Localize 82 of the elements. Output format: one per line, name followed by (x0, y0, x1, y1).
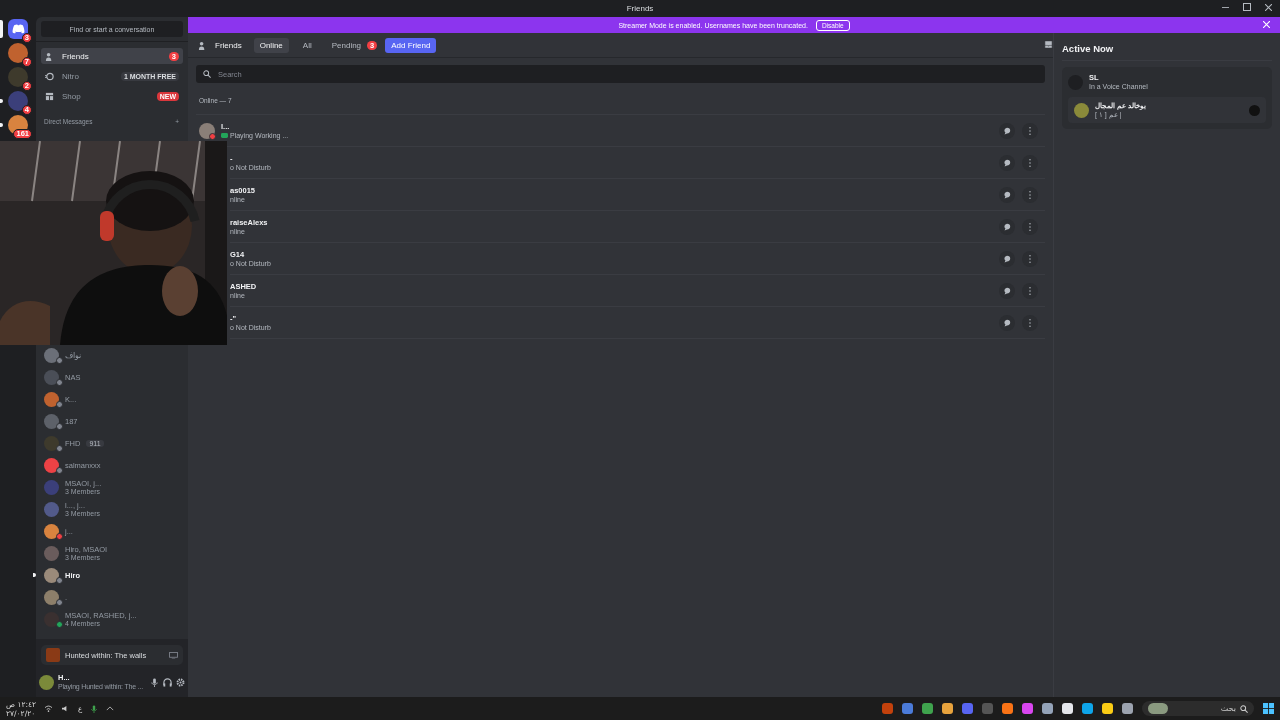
inbox-icon[interactable] (1044, 40, 1053, 49)
more-button[interactable] (1022, 186, 1038, 203)
avatar (44, 567, 59, 583)
nav-label: Friends (62, 51, 90, 61)
nitro-icon (45, 71, 54, 81)
shop-icon (45, 91, 54, 101)
message-button[interactable] (999, 250, 1015, 267)
chat-bubble-icon (1003, 158, 1011, 167)
server-icon[interactable] (8, 115, 28, 135)
avatar (44, 479, 59, 495)
avatar (44, 391, 59, 407)
minimize-icon[interactable] (1222, 6, 1229, 8)
server-icon (1074, 102, 1089, 118)
avatar (39, 674, 54, 690)
avatar (44, 347, 59, 363)
nav-label: Nitro (62, 71, 80, 81)
close-icon[interactable] (1265, 3, 1272, 11)
app-icon[interactable] (1002, 703, 1013, 714)
more-button[interactable] (1022, 314, 1038, 331)
message-button[interactable] (999, 186, 1015, 203)
tab[interactable]: Online (253, 37, 289, 53)
app-icon[interactable] (1042, 703, 1053, 714)
more-button[interactable] (1022, 122, 1038, 139)
avatar (44, 457, 59, 473)
add-friend-button[interactable]: Add Friend (385, 37, 437, 53)
tab[interactable]: All (296, 37, 318, 53)
avatar (44, 545, 59, 561)
person-wave-icon (198, 40, 207, 50)
avatar (199, 122, 215, 139)
microphone-icon[interactable] (90, 704, 99, 713)
message-button[interactable] (999, 218, 1015, 235)
home-button[interactable] (8, 19, 28, 39)
server-icon[interactable] (8, 67, 28, 87)
search-icon (203, 70, 211, 78)
avatar (44, 501, 59, 517)
message-button[interactable] (999, 154, 1015, 171)
avatar (44, 611, 59, 627)
start-icon[interactable] (1263, 703, 1274, 714)
microphone-icon[interactable] (150, 677, 159, 687)
message-button[interactable] (999, 122, 1015, 139)
tab[interactable]: Pending (325, 37, 368, 53)
headphones-icon[interactable] (163, 677, 172, 687)
status-dot (209, 133, 216, 140)
network-icon[interactable] (44, 705, 54, 712)
more-button[interactable] (1022, 282, 1038, 299)
chat-bubble-icon (1003, 126, 1011, 135)
more-button[interactable] (1022, 154, 1038, 171)
avatar (44, 435, 59, 451)
avatar (44, 523, 59, 539)
page-title: Friends (215, 40, 242, 50)
message-button[interactable] (999, 282, 1015, 299)
app-icon[interactable] (1082, 703, 1093, 714)
search-icon (1240, 704, 1248, 713)
chat-bubble-icon (1003, 286, 1011, 295)
game-icon (46, 648, 60, 662)
app-icon[interactable] (1022, 703, 1033, 714)
chevron-up-icon[interactable] (106, 706, 115, 711)
more-button[interactable] (1022, 250, 1038, 267)
person-wave-icon (45, 51, 54, 61)
chat-bubble-icon (1003, 222, 1011, 231)
app-icon[interactable] (922, 703, 933, 714)
logo-icon (11, 24, 25, 34)
nav-label: Shop (62, 91, 82, 101)
avatar (44, 369, 59, 385)
more-button[interactable] (1022, 218, 1038, 235)
window-title: Friends (626, 4, 654, 13)
server-icon[interactable] (8, 91, 28, 111)
avatar (44, 589, 59, 605)
chat-bubble-icon (1003, 190, 1011, 199)
chat-bubble-icon (1003, 318, 1011, 327)
settings-icon[interactable] (176, 677, 185, 687)
screen-icon[interactable] (169, 651, 178, 659)
maximize-icon[interactable] (1243, 3, 1251, 11)
avatar (1249, 104, 1260, 116)
message-button[interactable] (999, 314, 1015, 331)
chat-bubble-icon (1003, 254, 1011, 263)
section-heading: Active Now (1062, 43, 1272, 61)
app-icon[interactable] (942, 703, 953, 714)
app-icon[interactable] (1062, 703, 1073, 714)
app-icon[interactable] (1122, 703, 1133, 714)
avatar (44, 413, 59, 429)
app-icon[interactable] (1102, 703, 1113, 714)
